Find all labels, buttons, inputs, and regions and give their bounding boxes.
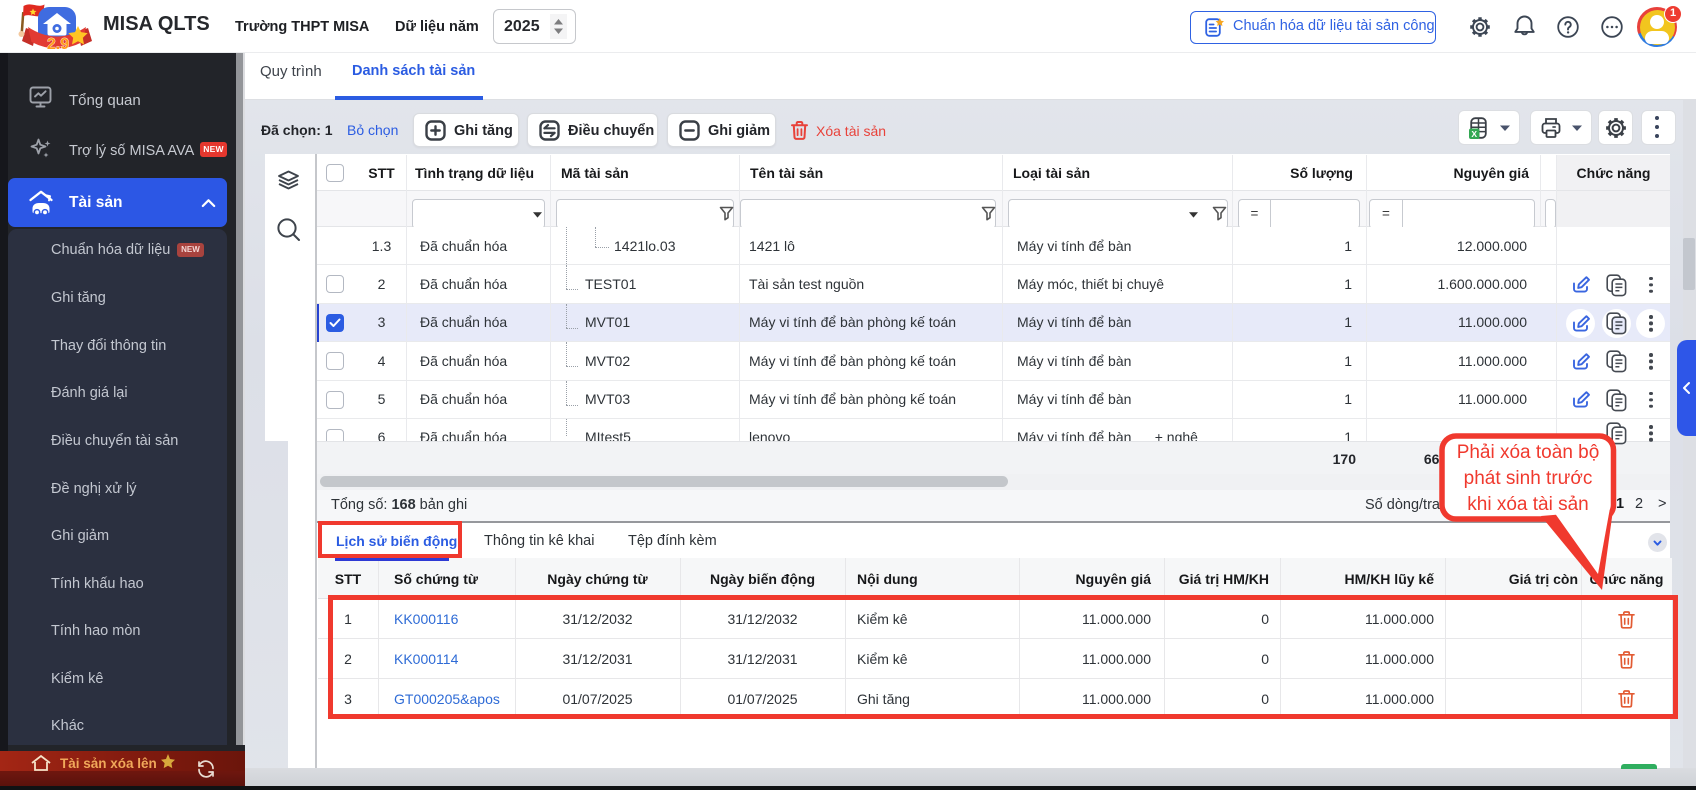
svg-text:X: X xyxy=(1471,129,1477,139)
svg-text:phát sinh trước: phát sinh trước xyxy=(1464,468,1593,489)
svg-text:Phải xóa toàn bộ: Phải xóa toàn bộ xyxy=(1457,442,1600,463)
svg-text:khi xóa tài sản: khi xóa tài sản xyxy=(1467,494,1588,515)
svg-text:2.9: 2.9 xyxy=(47,36,69,53)
